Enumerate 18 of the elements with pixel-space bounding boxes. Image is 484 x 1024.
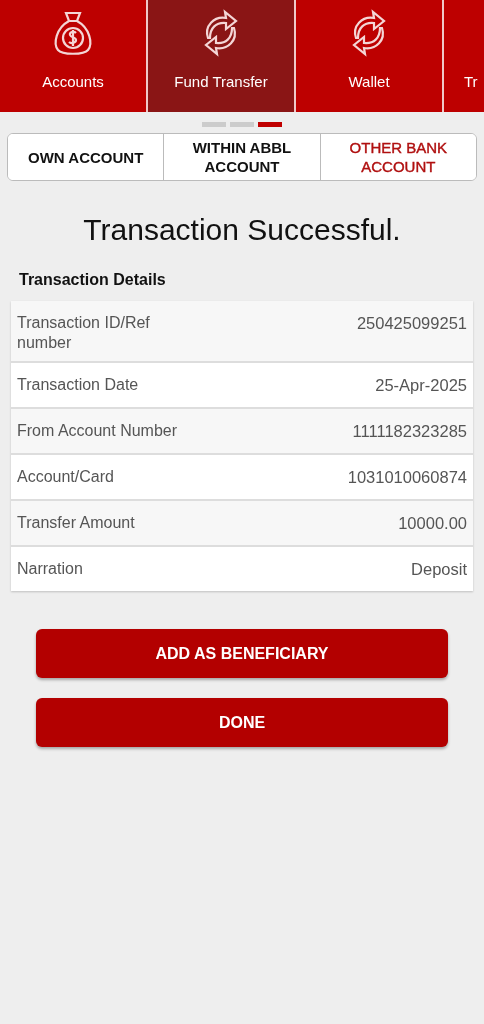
detail-label: Account/Card [17, 467, 114, 487]
detail-label: Narration [17, 559, 83, 579]
segment-tab[interactable]: OWN ACCOUNT [8, 134, 165, 180]
detail-value: Deposit [411, 559, 467, 579]
action-button[interactable]: ADD AS BENEFICIARY [36, 629, 448, 678]
detail-value: 25-Apr-2025 [375, 375, 467, 395]
detail-label: Transfer Amount [17, 513, 135, 533]
detail-value: 10000.00 [398, 513, 467, 533]
detail-label: From Account Number [17, 421, 178, 441]
action-button[interactable]: DONE [36, 698, 448, 747]
detail-value: 1111182323285 [352, 421, 467, 441]
section-heading: Transaction Details [19, 271, 167, 289]
detail-value: 250425099251 [356, 313, 467, 333]
detail-value: 1031010060874 [347, 467, 467, 487]
success-title: Transaction Successful. [82, 213, 402, 247]
detail-label: Transaction ID/Ref number [17, 313, 151, 353]
detail-label: Transaction Date [17, 375, 139, 395]
nav-tab[interactable]: Fund Transfer [148, 0, 296, 112]
